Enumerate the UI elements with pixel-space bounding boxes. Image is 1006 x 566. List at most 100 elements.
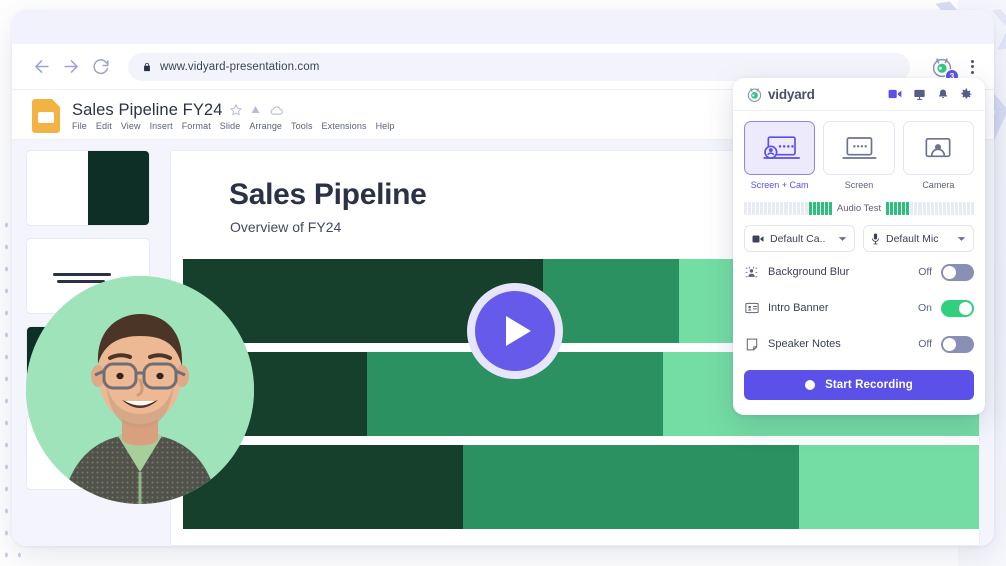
speaker-notes-toggle[interactable] (941, 335, 974, 353)
page-title[interactable]: Sales Pipeline FY24 (72, 101, 223, 120)
option-label: Intro Banner (768, 302, 829, 314)
audio-meter-tick (954, 202, 958, 215)
screen-share-icon[interactable] (913, 88, 926, 101)
audio-meter-tick (776, 202, 780, 215)
audio-meter-tick (808, 202, 812, 215)
document-meta: Sales Pipeline FY24 File Edit View Inser… (72, 101, 395, 131)
audio-meter-tick (792, 202, 796, 215)
audio-meter-tick (926, 202, 930, 215)
panel-header-icons (888, 88, 973, 101)
audio-meter-tick (784, 202, 788, 215)
audio-meter-tick (918, 202, 922, 215)
record-dot-icon (805, 380, 816, 390)
audio-meter-tick (894, 202, 898, 215)
cloud-saved-icon[interactable] (269, 104, 284, 116)
mode-screen[interactable]: Screen (823, 121, 895, 190)
slides-menubar: File Edit View Insert Format Slide Arran… (72, 121, 395, 131)
chart-bar-segment (799, 445, 979, 529)
slide-thumbnail[interactable] (26, 150, 150, 226)
document-title-row: Sales Pipeline FY24 (72, 101, 395, 120)
back-arrow-icon[interactable] (26, 52, 56, 82)
audio-test-row: Audio Test (733, 194, 985, 219)
audio-meter-tick (971, 202, 975, 215)
option-speaker-notes[interactable]: Speaker Notes Off (733, 328, 985, 360)
bell-icon[interactable] (937, 88, 949, 101)
menu-item-insert[interactable]: Insert (150, 121, 173, 131)
thumbnail-text-line (57, 280, 105, 283)
microphone-select[interactable]: Default Mic (863, 225, 974, 252)
audio-meter-tick (748, 202, 752, 215)
audio-meter-tick (946, 202, 950, 215)
audio-meter-tick (958, 202, 962, 215)
audio-meter-tick (800, 202, 804, 215)
slide-subtitle: Overview of FY24 (230, 219, 342, 235)
audio-meter-tick (890, 202, 894, 215)
audio-meter-tick (804, 202, 808, 215)
audio-meter-tick (963, 202, 967, 215)
option-intro-banner[interactable]: Intro Banner On (733, 292, 985, 324)
capture-mode-selector: Screen + Cam Screen Camera (733, 111, 985, 194)
camera-icon (902, 121, 974, 175)
audio-meter-tick (914, 202, 918, 215)
menu-item-extensions[interactable]: Extensions (322, 121, 367, 131)
star-icon[interactable] (229, 104, 242, 116)
move-to-folder-icon[interactable] (249, 104, 262, 116)
kebab-menu-icon[interactable] (965, 56, 980, 78)
audio-test-label: Audio Test (836, 203, 882, 214)
presenter-portrait (26, 276, 254, 504)
menu-item-edit[interactable]: Edit (96, 121, 112, 131)
audio-meter-tick (824, 202, 828, 215)
audio-meter-tick (930, 202, 934, 215)
screen-plus-cam-icon (744, 121, 816, 175)
intro-banner-icon (744, 302, 759, 314)
address-bar[interactable]: www.vidyard-presentation.com (128, 52, 910, 81)
vidyard-logo: vidyard (745, 85, 815, 104)
option-label: Background Blur (768, 266, 850, 278)
audio-meter-tick (756, 202, 760, 215)
vidyard-extension-icon[interactable]: 3 (929, 54, 959, 83)
browser-tabstrip (12, 10, 994, 44)
video-camera-icon (752, 235, 764, 242)
menu-item-slide[interactable]: Slide (220, 121, 241, 131)
thumbnail-text-line (53, 273, 111, 276)
audio-meter-tick (898, 202, 902, 215)
audio-meter-tick (788, 202, 792, 215)
webcam-bubble[interactable] (26, 276, 254, 504)
lock-icon (142, 61, 152, 73)
play-button[interactable] (475, 291, 555, 371)
menu-item-help[interactable]: Help (376, 121, 395, 131)
speaker-notes-icon (744, 338, 759, 351)
audio-meter-tick (744, 202, 748, 215)
mode-screen-plus-cam[interactable]: Screen + Cam (744, 121, 816, 190)
intro-banner-toggle[interactable] (941, 299, 974, 317)
mode-camera[interactable]: Camera (902, 121, 974, 190)
camera-select-label: Default Ca.. (770, 232, 826, 245)
google-slides-icon (32, 98, 60, 133)
background-blur-toggle[interactable] (941, 263, 974, 281)
menu-item-file[interactable]: File (72, 121, 87, 131)
audio-meter-tick (934, 202, 938, 215)
video-camera-icon[interactable] (888, 88, 902, 100)
forward-arrow-icon[interactable] (56, 52, 86, 82)
slide-title: Sales Pipeline (229, 178, 427, 211)
audio-meter-tick (760, 202, 764, 215)
reload-icon[interactable] (86, 52, 116, 82)
menu-item-arrange[interactable]: Arrange (249, 121, 282, 131)
start-recording-button[interactable]: Start Recording (744, 370, 974, 400)
play-triangle-icon (505, 316, 531, 346)
microphone-icon (872, 233, 879, 244)
camera-select[interactable]: Default Ca.. (744, 225, 855, 252)
option-background-blur[interactable]: Background Blur Off (733, 256, 985, 288)
menu-item-tools[interactable]: Tools (291, 121, 313, 131)
address-bar-url: www.vidyard-presentation.com (160, 60, 320, 73)
chart-bar-segment (463, 445, 799, 529)
audio-meter-tick (967, 202, 971, 215)
gear-icon[interactable] (960, 88, 973, 101)
audio-meter-tick (950, 202, 954, 215)
device-selects: Default Ca.. Default Mic (733, 219, 985, 252)
menu-item-view[interactable]: View (121, 121, 141, 131)
audio-meter-tick (886, 202, 890, 215)
menu-item-format[interactable]: Format (182, 121, 211, 131)
play-button-icon[interactable] (467, 283, 563, 379)
option-state: On (917, 302, 932, 314)
